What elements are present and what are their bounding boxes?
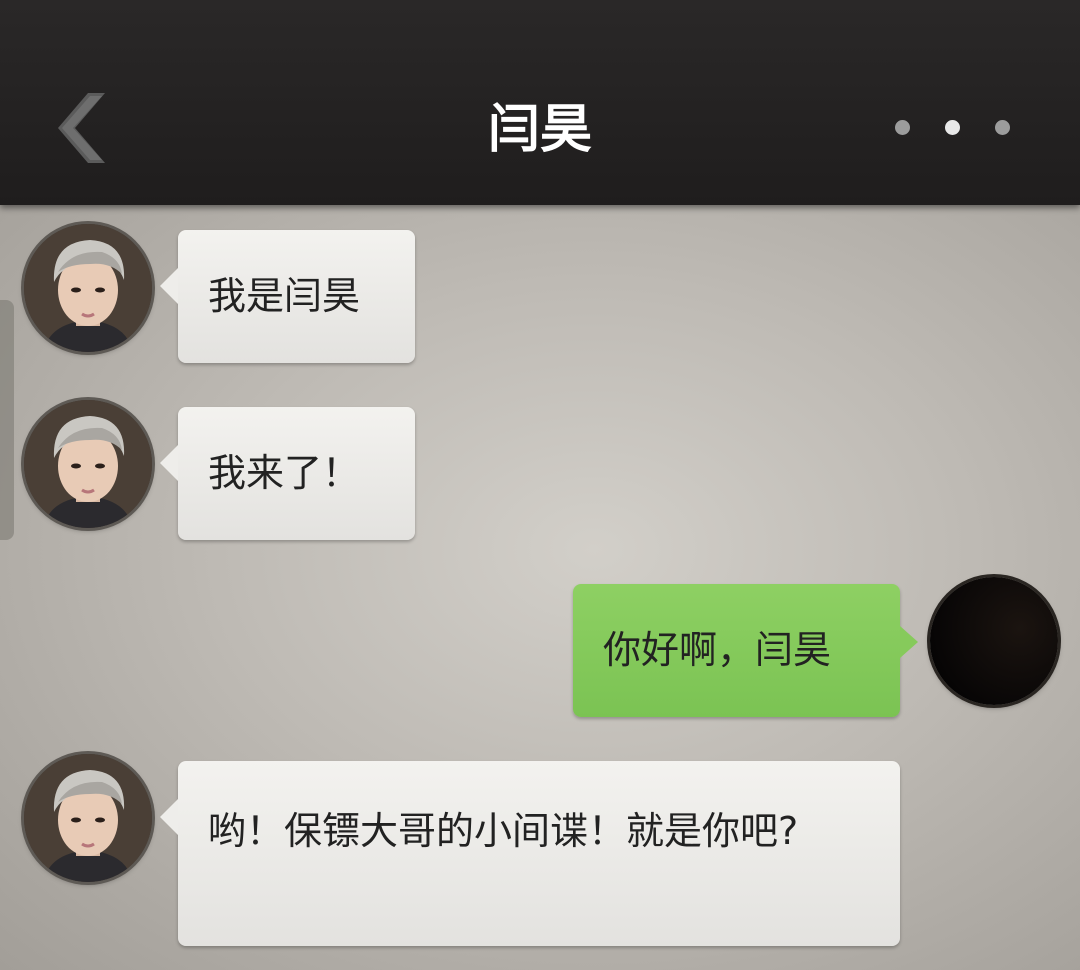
message-text: 哟！保镖大哥的小间谍！就是你吧? [208, 809, 799, 853]
contact-avatar[interactable] [24, 400, 152, 528]
chat-header: 闫昊 [0, 0, 1080, 205]
message-text: 你好啊，闫昊 [603, 628, 832, 672]
user-avatar[interactable] [930, 577, 1058, 705]
message-text: 我来了！ [208, 451, 361, 495]
more-dot-icon [945, 119, 960, 135]
message-bubble-incoming[interactable]: 哟！保镖大哥的小间谍！就是你吧? [160, 761, 900, 946]
message-text: 我是闫昊 [208, 274, 361, 318]
message-bubble-incoming[interactable]: 我来了！ [160, 407, 415, 540]
more-options-button[interactable] [895, 110, 1010, 144]
message-bubble-incoming[interactable]: 我是闫昊 [160, 230, 415, 363]
more-dot-icon [995, 119, 1010, 135]
contact-avatar[interactable] [24, 224, 152, 352]
more-dot-icon [895, 119, 910, 135]
side-drawer-handle[interactable] [0, 300, 14, 540]
contact-avatar[interactable] [24, 754, 152, 882]
message-bubble-outgoing[interactable]: 你好啊，闫昊 [573, 584, 918, 717]
